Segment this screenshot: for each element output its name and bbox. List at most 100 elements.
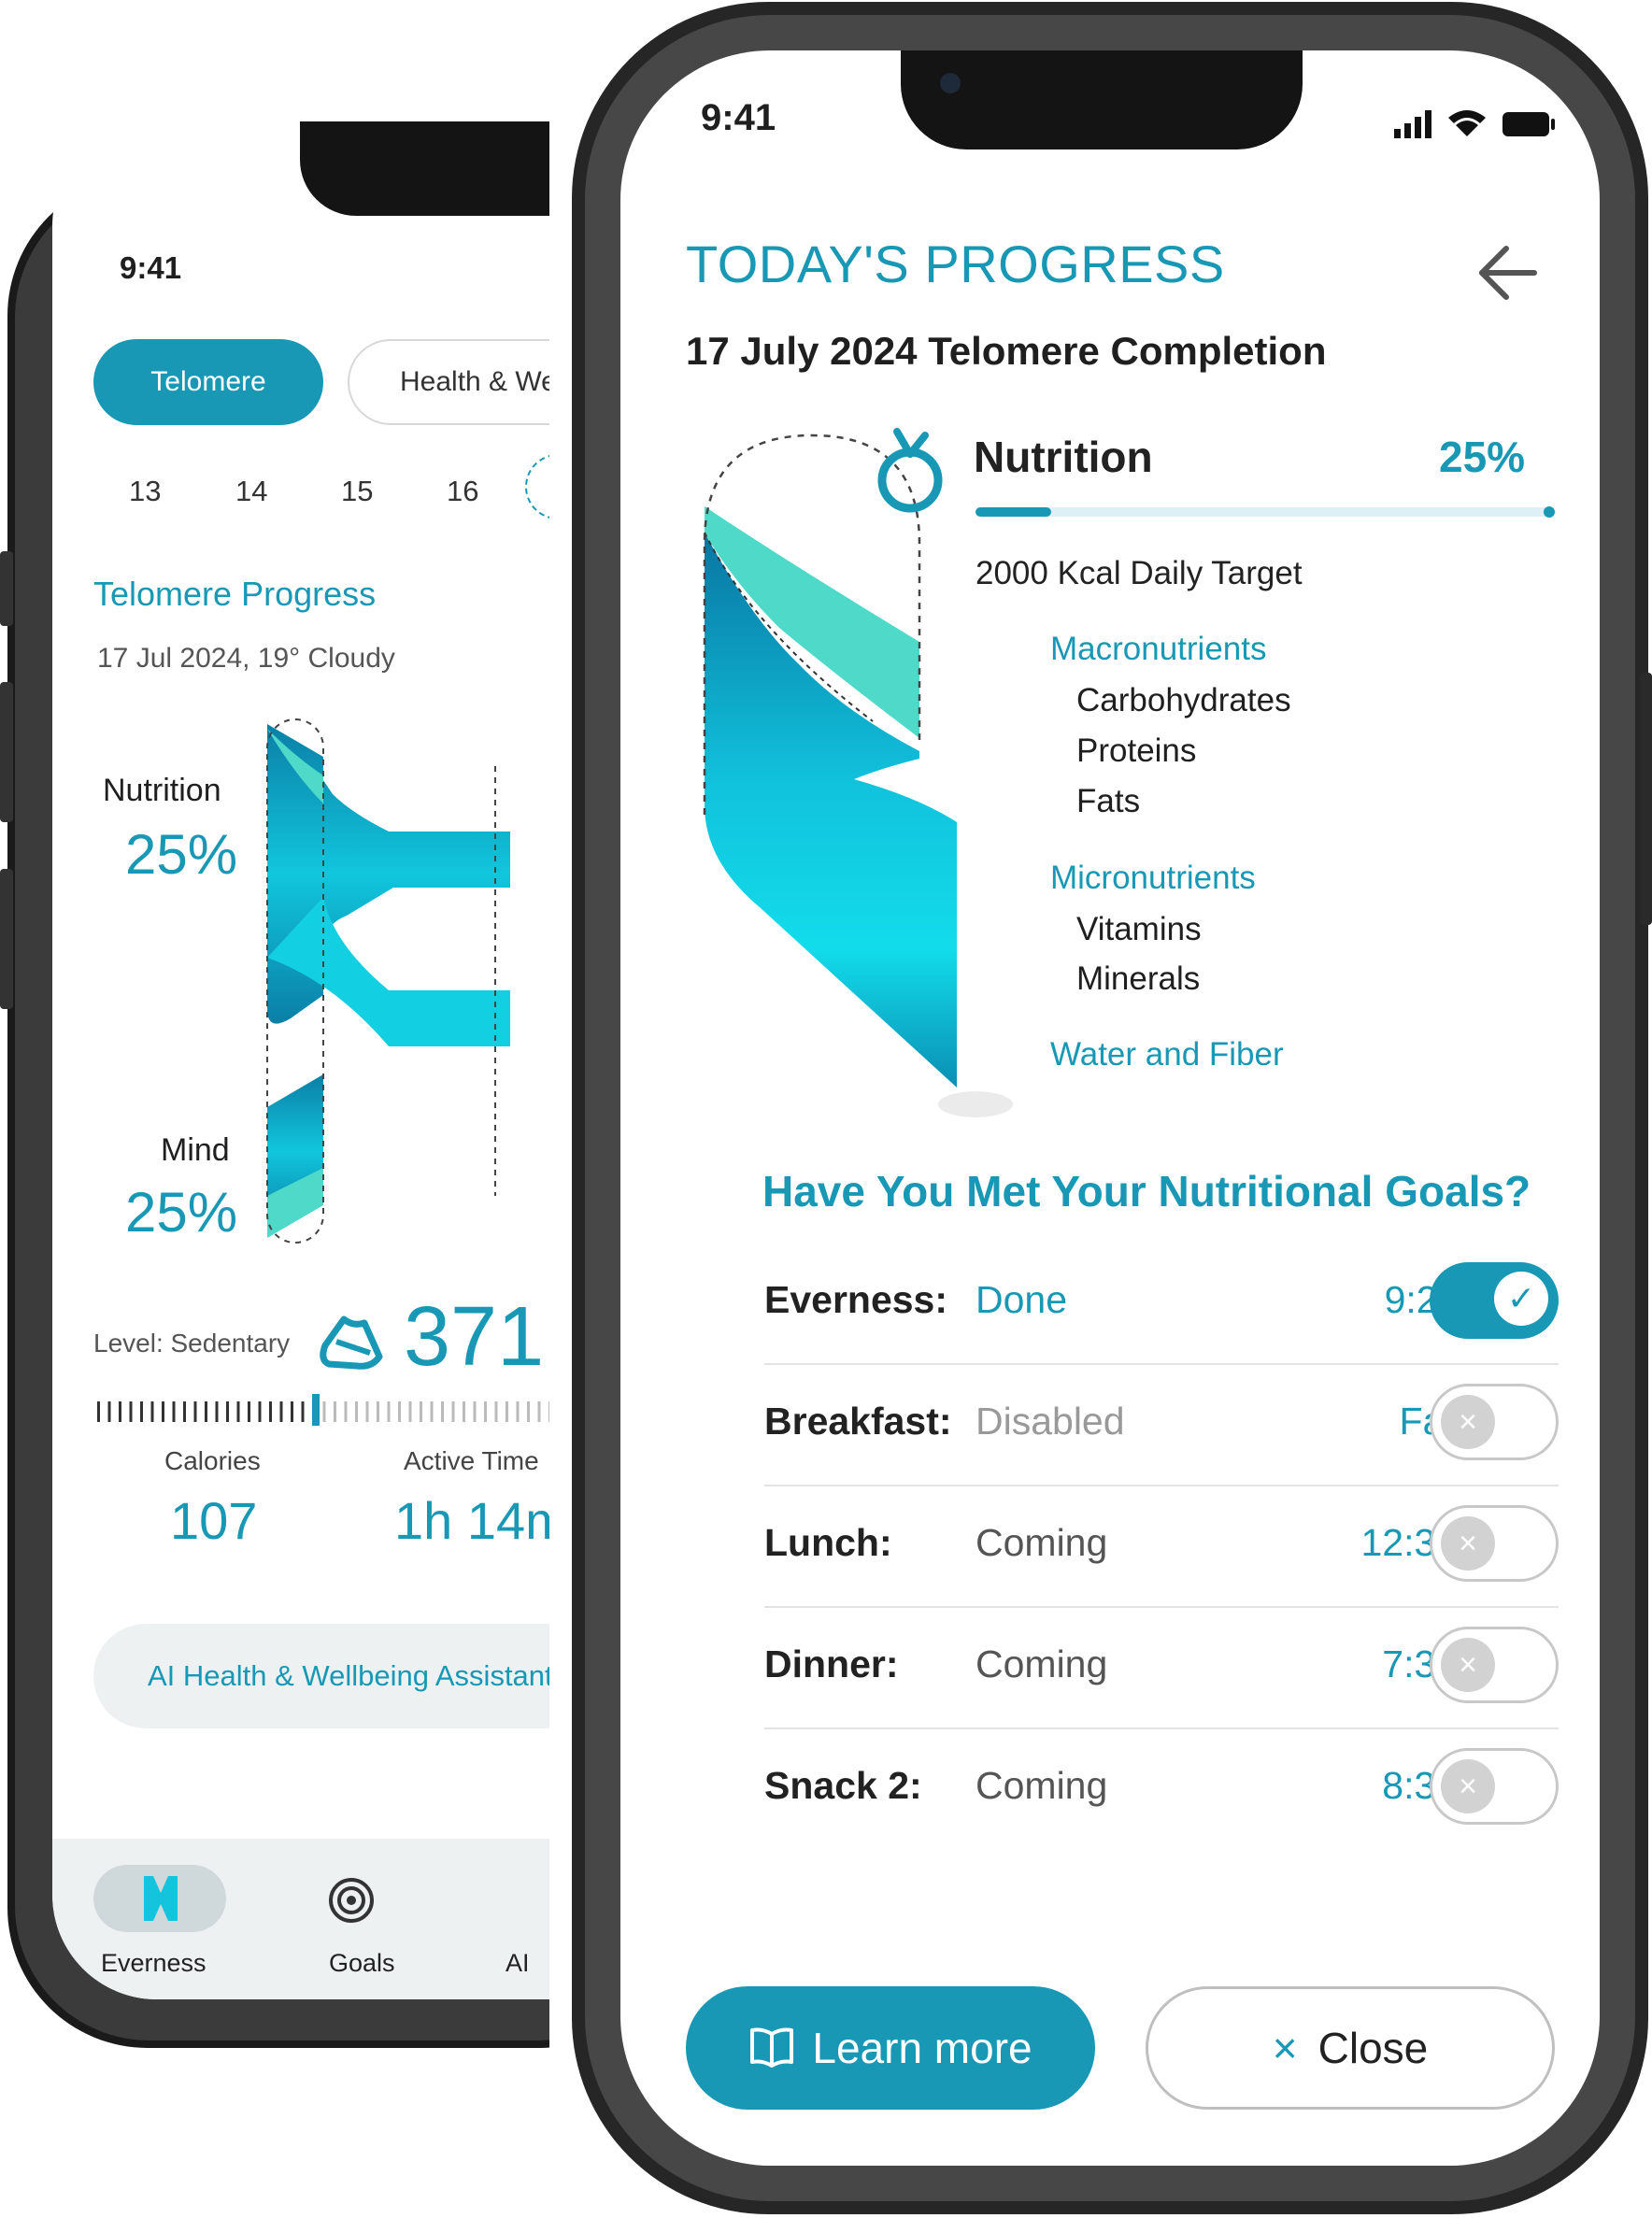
goals-target-icon[interactable] [327, 1876, 376, 1925]
ruler-tick [269, 1401, 272, 1422]
ruler-tick [226, 1401, 229, 1422]
calories-value: 107 [170, 1491, 258, 1550]
water-fiber-heading[interactable]: Water and Fiber [1050, 1036, 1284, 1073]
active-time-value: 1h 14m [394, 1491, 549, 1550]
check-icon: ✓ [1494, 1272, 1548, 1326]
row-divider [764, 1727, 1559, 1729]
goal-label: Lunch: [764, 1521, 892, 1564]
ruler-tick [236, 1401, 240, 1422]
back-arrow-icon[interactable] [1473, 237, 1544, 308]
ruler-tick [463, 1401, 465, 1422]
nav-goals-label[interactable]: Goals [329, 1949, 395, 1978]
ruler-tick [334, 1401, 336, 1422]
background-phone-screen: 9:41 Telomere Health & Wellbeing 13 14 1… [52, 121, 549, 1999]
ruler-tick [162, 1401, 164, 1422]
ruler-tick [408, 1401, 412, 1422]
ruler-tick [301, 1401, 305, 1422]
goal-label: Dinner: [764, 1642, 899, 1685]
ruler-tick [107, 1401, 111, 1422]
ruler-tick [377, 1401, 379, 1422]
ruler-tick [451, 1401, 455, 1422]
goal-status: Coming [976, 1521, 1108, 1564]
ruler-tick [430, 1401, 434, 1422]
close-label: Close [1317, 2024, 1429, 2072]
ruler-tick [494, 1401, 498, 1422]
ruler-tick [205, 1401, 207, 1422]
status-time: 9:41 [701, 97, 776, 138]
ruler-tick [258, 1401, 262, 1422]
activity-ruler [97, 1394, 549, 1426]
nutrition-ribbon-graphic [703, 434, 1013, 1117]
micronutrients-heading[interactable]: Micronutrients [1050, 860, 1256, 897]
macro-fats: Fats [1076, 783, 1141, 819]
status-icons [1394, 110, 1555, 138]
apple-icon [877, 428, 943, 513]
nutrition-progress-track [976, 506, 1555, 518]
side-button [0, 682, 13, 822]
notch [901, 50, 1303, 149]
book-icon [750, 2027, 794, 2068]
battery-icon [1502, 112, 1549, 136]
side-button [0, 551, 13, 626]
goal-status: Done [976, 1278, 1068, 1321]
side-button [1640, 673, 1652, 925]
activity-level: Level: Sedentary [93, 1329, 291, 1358]
nav-everness-label[interactable]: Everness [101, 1949, 206, 1978]
ruler-tick [398, 1401, 401, 1422]
goal-toggle[interactable]: × [1430, 1748, 1559, 1825]
goal-label: Everness: [764, 1278, 948, 1321]
bottom-navigation: Everness Goals AI [52, 1839, 549, 1999]
goal-toggle[interactable]: × [1430, 1384, 1559, 1460]
macro-proteins: Proteins [1076, 732, 1197, 769]
ruler-tick [506, 1401, 508, 1422]
close-button[interactable]: × Close [1146, 1986, 1555, 2110]
goals-question: Have You Met Your Nutritional Goals? [762, 1167, 1531, 1216]
wifi-icon [1448, 110, 1486, 136]
ruler-tick [548, 1401, 549, 1422]
learn-more-label: Learn more [812, 2024, 1032, 2072]
row-divider [764, 1485, 1559, 1486]
nutrition-percent: 25% [1439, 433, 1526, 481]
everness-x-icon [144, 1876, 178, 1921]
ruler-tick [473, 1401, 477, 1422]
ruler-tick [129, 1401, 133, 1422]
ruler-tick [215, 1401, 219, 1422]
ruler-tick [516, 1401, 520, 1422]
ruler-tick [183, 1401, 186, 1422]
ruler-tick [140, 1401, 143, 1422]
goal-toggle[interactable]: × [1430, 1505, 1559, 1582]
goal-toggle[interactable]: × [1430, 1627, 1559, 1703]
row-divider [764, 1363, 1559, 1365]
ruler-tick [193, 1401, 197, 1422]
step-count: 371 [404, 1290, 545, 1384]
ruler-tick [355, 1401, 358, 1422]
learn-more-button[interactable]: Learn more [686, 1986, 1095, 2110]
shoe-icon [320, 1315, 383, 1370]
ruler-tick [172, 1401, 176, 1422]
page-title: TODAY'S PROGRESS [686, 235, 1225, 293]
ruler-tick [279, 1401, 283, 1422]
nutrition-heading: Nutrition [974, 433, 1153, 481]
background-phone-region: 9:41 Telomere Health & Wellbeing 13 14 1… [0, 0, 549, 2218]
macronutrients-heading[interactable]: Macronutrients [1050, 631, 1266, 668]
goal-status: Coming [976, 1764, 1108, 1807]
close-icon: × [1441, 1759, 1495, 1813]
row-divider [764, 1606, 1559, 1608]
goal-toggle[interactable]: ✓ [1430, 1262, 1559, 1339]
ruler-tick [150, 1401, 154, 1422]
close-icon: × [1441, 1516, 1495, 1571]
side-button [0, 869, 13, 1009]
ruler-tick [344, 1401, 348, 1422]
nav-ai-label[interactable]: AI [506, 1949, 530, 1978]
goal-label: Breakfast: [764, 1400, 952, 1443]
goal-status: Coming [976, 1642, 1108, 1685]
nutrition-progress-fill [976, 507, 1051, 517]
foreground-phone-screen: 9:41 TODAY'S PROGRESS 17 July 2024 Telom… [620, 50, 1600, 2166]
telomere-graphic [266, 718, 510, 1244]
calories-label: Calories [164, 1446, 261, 1475]
macro-carbohydrates: Carbohydrates [1076, 682, 1291, 718]
ruler-tick [119, 1401, 121, 1422]
ruler-tick [248, 1401, 250, 1422]
daily-target: 2000 Kcal Daily Target [976, 555, 1303, 591]
page-subtitle: 17 July 2024 Telomere Completion [686, 329, 1327, 373]
